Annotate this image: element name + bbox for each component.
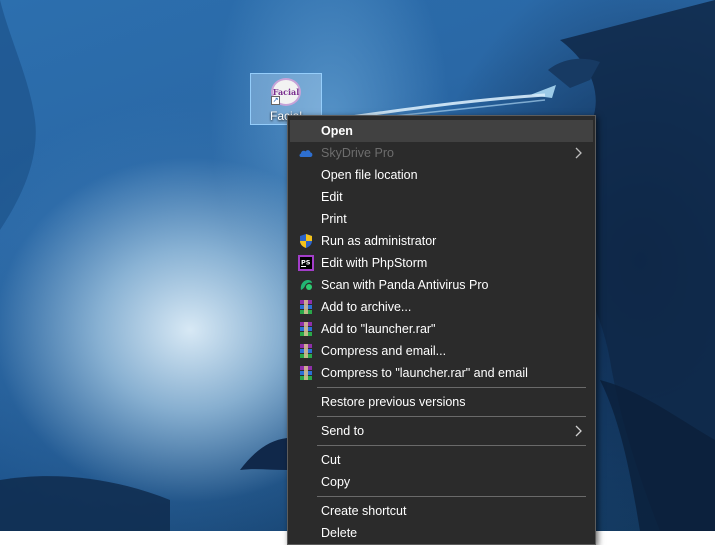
shortcut-arrow-icon: ↗ [271, 96, 280, 105]
shield-icon [300, 234, 312, 248]
menu-item-restore-previous-versions[interactable]: Restore previous versions [290, 391, 593, 413]
menu-separator [317, 445, 586, 446]
menu-item-run-as-administrator[interactable]: Run as administrator [290, 230, 593, 252]
menu-item-label: Create shortcut [321, 504, 407, 518]
menu-item-label: Edit [321, 190, 343, 204]
menu-item-skydrive-pro[interactable]: SkyDrive Pro [290, 142, 593, 164]
winrar-icon [300, 366, 312, 380]
winrar-icon [300, 300, 312, 314]
menu-item-scan-with-panda[interactable]: Scan with Panda Antivirus Pro [290, 274, 593, 296]
menu-item-compress-to-launcher-rar-and-email[interactable]: Compress to "launcher.rar" and email [290, 362, 593, 384]
context-menu: Open SkyDrive Pro Open file location Edi… [287, 115, 596, 545]
menu-item-label: Copy [321, 475, 351, 489]
menu-item-label: Open [321, 124, 353, 138]
menu-item-label: Restore previous versions [321, 395, 466, 409]
menu-item-label: Send to [321, 424, 365, 438]
menu-item-label: Add to archive... [321, 300, 412, 314]
menu-separator [317, 496, 586, 497]
menu-item-label: Delete [321, 526, 358, 540]
menu-separator [317, 387, 586, 388]
chevron-right-icon [575, 425, 582, 437]
menu-item-open-file-location[interactable]: Open file location [290, 164, 593, 186]
menu-item-label: Compress to "launcher.rar" and email [321, 366, 528, 380]
menu-item-label: Add to "launcher.rar" [321, 322, 436, 336]
menu-item-create-shortcut[interactable]: Create shortcut [290, 500, 593, 522]
winrar-icon [300, 344, 312, 358]
menu-item-cut[interactable]: Cut [290, 449, 593, 471]
menu-item-delete[interactable]: Delete [290, 522, 593, 544]
menu-item-label: Compress and email... [321, 344, 447, 358]
menu-item-open[interactable]: Open [290, 120, 593, 142]
menu-item-add-to-launcher-rar[interactable]: Add to "launcher.rar" [290, 318, 593, 340]
cloud-icon [299, 150, 313, 157]
menu-item-edit[interactable]: Edit [290, 186, 593, 208]
menu-item-print[interactable]: Print [290, 208, 593, 230]
menu-item-label: Print [321, 212, 347, 226]
menu-item-label: Edit with PhpStorm [321, 256, 428, 270]
menu-item-edit-with-phpstorm[interactable]: PS Edit with PhpStorm [290, 252, 593, 274]
menu-item-compress-and-email[interactable]: Compress and email... [290, 340, 593, 362]
svg-text:PS: PS [301, 259, 311, 267]
chevron-right-icon [575, 147, 582, 159]
menu-item-add-to-archive[interactable]: Add to archive... [290, 296, 593, 318]
menu-item-label: Run as administrator [321, 234, 437, 248]
menu-item-label: SkyDrive Pro [321, 146, 394, 160]
panda-icon [300, 280, 312, 290]
menu-item-label: Scan with Panda Antivirus Pro [321, 278, 489, 292]
menu-separator [317, 416, 586, 417]
menu-item-send-to[interactable]: Send to [290, 420, 593, 442]
menu-item-copy[interactable]: Copy [290, 471, 593, 493]
winrar-icon [300, 322, 312, 336]
menu-item-label: Cut [321, 453, 341, 467]
menu-item-label: Open file location [321, 168, 418, 182]
phpstorm-icon: PS [298, 255, 314, 271]
